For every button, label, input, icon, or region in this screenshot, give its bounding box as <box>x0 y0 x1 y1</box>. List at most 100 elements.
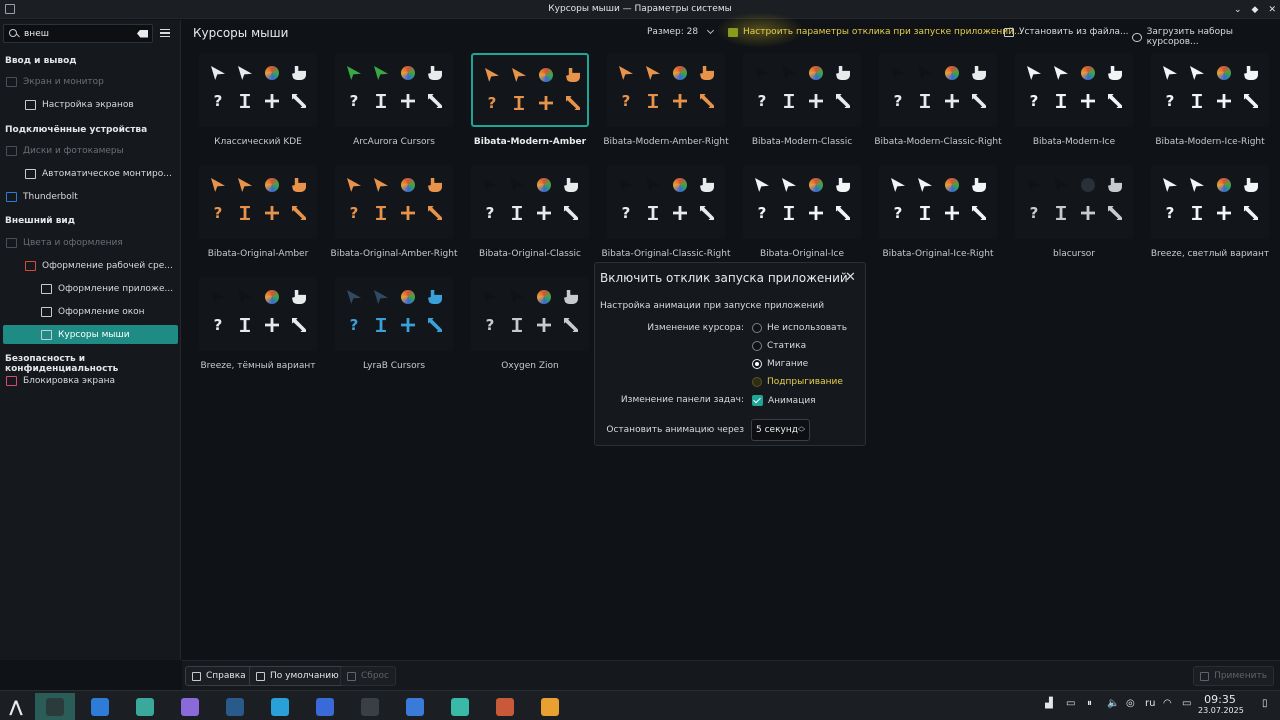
cursor-theme-tile[interactable]: ? Bibata-Modern-Classic-Right <box>874 53 1002 154</box>
sidebar-item[interactable]: Автоматическое монтиро... <box>3 164 178 183</box>
help-button[interactable]: Справка <box>185 666 253 686</box>
clipboard-icon[interactable]: ▭ <box>1066 698 1075 709</box>
cursor-theme-tile[interactable]: ? Bibata-Original-Ice <box>741 165 863 266</box>
cursor-option-radio[interactable]: Подпрыгивание <box>752 377 843 387</box>
stop-animation-spinbox[interactable]: 5 секунд ︿ ﹀ <box>751 419 810 441</box>
reset-button[interactable]: Сброс <box>340 666 397 686</box>
sidebar-item[interactable]: Цвета и оформления <box>3 233 178 252</box>
minimize-icon[interactable]: ⌄ <box>1234 5 1242 15</box>
taskbar-app-button[interactable] <box>485 693 525 720</box>
cursor-option-radio[interactable]: Не использовать <box>752 323 847 333</box>
sidebar-item[interactable]: Оформление рабочей сре... <box>3 256 178 275</box>
taskbar-animation-checkbox[interactable]: Анимация <box>752 395 816 406</box>
taskbar-app-button[interactable] <box>440 693 480 720</box>
help-cursor-icon: ? <box>349 92 359 110</box>
dialog-close-icon[interactable]: ✕ <box>845 270 856 285</box>
window-buttons: ⌄ ◆ ✕ <box>1234 0 1276 19</box>
sidebar-item[interactable]: Настройка экранов <box>3 95 178 114</box>
cursor-theme-tile[interactable]: ? Bibata-Modern-Classic <box>741 53 863 154</box>
cursor-theme-tile[interactable]: ? Bibata-Modern-Ice-Right <box>1149 53 1271 154</box>
sidebar-item[interactable]: Оформление приложе... <box>3 279 178 298</box>
taskbar-app-button[interactable] <box>395 693 435 720</box>
install-from-file-button[interactable]: Установить из файла... <box>1004 27 1129 37</box>
cursor-theme-tile[interactable]: ? Bibata-Original-Ice-Right <box>877 165 999 266</box>
volume-icon[interactable]: 🔈 <box>1107 698 1119 709</box>
cursor-theme-name: Bibata-Original-Classic <box>478 249 582 259</box>
window-menu-icon[interactable] <box>5 4 15 14</box>
search-input[interactable]: внеш <box>24 29 137 39</box>
search-box[interactable]: внеш <box>3 24 153 43</box>
resize-cursor-icon <box>700 94 714 108</box>
sidebar-item-label: Экран и монитор <box>23 76 104 87</box>
taskbar-app-button[interactable] <box>215 693 255 720</box>
app-launcher-button[interactable]: ⋀ <box>0 693 32 720</box>
hand-cursor-icon <box>700 178 714 192</box>
cursor-theme-name: Bibata-Modern-Ice-Right <box>1155 137 1265 147</box>
taskbar-app-button[interactable] <box>260 693 300 720</box>
cursor-theme-tile[interactable]: ? Классический KDE <box>197 53 319 154</box>
taskbar-app-button[interactable] <box>125 693 165 720</box>
spin-arrows-icon[interactable]: ︿ ﹀ <box>798 423 805 437</box>
taskbar-app-button[interactable] <box>530 693 570 720</box>
sidebar-item[interactable]: Оформление окон <box>3 302 178 321</box>
cursor-theme-tile[interactable]: ? Bibata-Modern-Amber-Right <box>603 53 729 154</box>
cursor-theme-tile[interactable]: ? Bibata-Original-Classic-Right <box>602 165 730 266</box>
sidebar-item[interactable]: Диски и фотокамеры <box>3 141 178 160</box>
taskbar-app-button[interactable] <box>80 693 120 720</box>
sidebar-item-label: Блокировка экрана <box>23 375 116 386</box>
steam-icon <box>226 697 244 716</box>
size-select[interactable]: Размер: 28 <box>647 26 715 37</box>
cursor-option-radio[interactable]: Статика <box>752 341 806 351</box>
wifi-icon[interactable]: ◠ <box>1163 698 1172 709</box>
help-cursor-icon: ? <box>621 204 631 222</box>
resize-cursor-icon <box>292 206 306 220</box>
cursor-theme-tile[interactable]: ? Breeze, тёмный вариант <box>197 277 319 378</box>
sidebar-item-label: Оформление приложе... <box>58 283 174 294</box>
help-cursor-icon: ? <box>485 316 495 334</box>
clock[interactable]: 09:35 23.07.2025 <box>1198 693 1244 715</box>
close-icon[interactable]: ✕ <box>1268 5 1276 15</box>
show-desktop-icon[interactable]: ▯ <box>1262 698 1268 709</box>
cursor-theme-tile[interactable]: ? Breeze, светлый вариант <box>1149 165 1271 266</box>
cursor-theme-tile[interactable]: ? Bibata-Original-Amber <box>197 165 319 266</box>
sidebar-item[interactable]: Экран и монитор <box>3 72 178 91</box>
resize-cursor-icon <box>1244 94 1258 108</box>
sidebar-item[interactable]: Курсоры мыши <box>3 325 178 344</box>
keep-above-icon[interactable]: ◆ <box>1252 5 1259 15</box>
hand-cursor-icon <box>292 66 306 80</box>
wait-cursor-icon <box>945 66 959 80</box>
download-themes-button[interactable]: Загрузить наборы курсоров... <box>1132 27 1280 47</box>
network-signal-icon[interactable]: ▟ <box>1045 698 1053 709</box>
cursor-theme-tile[interactable]: ? blacursor <box>1013 165 1135 266</box>
hamburger-menu-icon[interactable] <box>160 29 170 37</box>
sidebar-item[interactable]: Thunderbolt <box>3 187 178 206</box>
taskbar-app-button[interactable] <box>170 693 210 720</box>
taskbar-app-button[interactable] <box>305 693 345 720</box>
sidebar-item[interactable]: Блокировка экрана <box>3 371 178 390</box>
busy-pointer-cursor-icon <box>510 178 524 192</box>
hand-cursor-icon <box>1244 178 1258 192</box>
cursor-theme-tile[interactable]: ? Bibata-Modern-Amber <box>469 53 591 154</box>
taskbar-app-button[interactable] <box>350 693 390 720</box>
cursor-theme-tile[interactable]: ? Oxygen Zion <box>469 277 591 378</box>
cursor-theme-tile[interactable]: ? Bibata-Original-Classic <box>469 165 591 266</box>
clear-search-icon[interactable] <box>137 29 148 38</box>
launch-feedback-button[interactable]: Настроить параметры отклика при запуске … <box>728 27 1023 37</box>
defaults-button[interactable]: По умолчанию <box>249 666 346 686</box>
apply-button[interactable]: Применить <box>1193 666 1274 686</box>
keyboard-layout-label[interactable]: ru <box>1145 698 1155 709</box>
sidebar-item-label: Настройка экранов <box>42 99 134 110</box>
checkbox-checked-icon <box>752 395 763 406</box>
cursor-theme-tile[interactable]: ? Bibata-Original-Amber-Right <box>331 165 457 266</box>
cursor-theme-tile[interactable]: ? Bibata-Modern-Ice <box>1013 53 1135 154</box>
cursor-theme-tile[interactable]: ? LyraB Cursors <box>333 277 455 378</box>
taskbar-app-button[interactable] <box>35 693 75 720</box>
cursor-theme-name: Breeze, светлый вариант <box>1150 249 1270 259</box>
cursor-preview: ? <box>199 165 317 239</box>
updates-icon[interactable]: ◎ <box>1126 698 1135 709</box>
sidebar-item-label: Автоматическое монтиро... <box>42 168 172 179</box>
cursor-option-radio[interactable]: Мигание <box>752 359 808 369</box>
cursor-theme-tile[interactable]: ? ArcAurora Cursors <box>333 53 455 154</box>
media-player-icon[interactable]: ⏸ <box>1087 698 1092 709</box>
battery-icon[interactable]: ▭ <box>1182 698 1191 709</box>
